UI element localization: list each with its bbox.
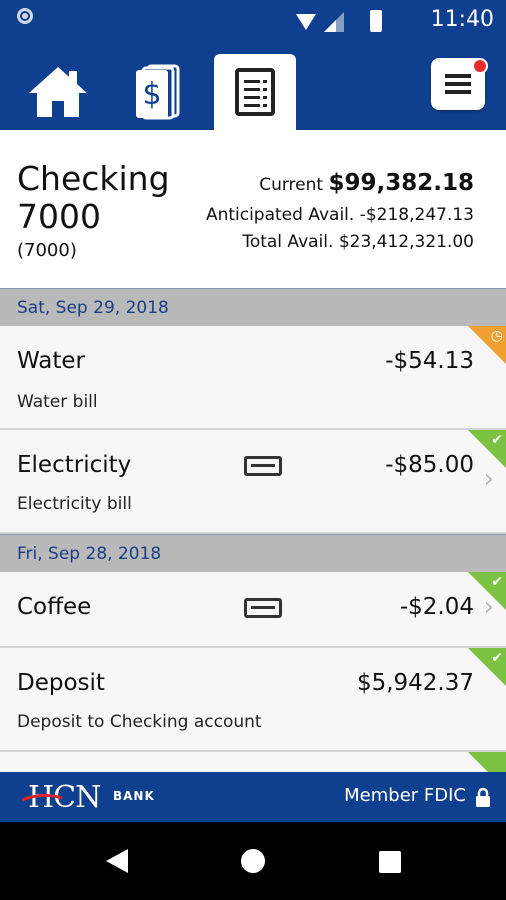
checkmark-icon: ✔ (491, 650, 503, 666)
account-summary: Checking 7000 (7000) Current $99,382.18 … (0, 130, 506, 288)
check-image-icon[interactable] (244, 598, 282, 618)
clock-icon: ◷ (490, 328, 503, 344)
transaction-row[interactable]: ✔ Deposit Deposit to Checking account $5… (0, 648, 506, 752)
chevron-right-icon: › (483, 592, 494, 622)
transaction-description: Water bill (17, 392, 98, 412)
transaction-name: Water (17, 348, 85, 374)
transaction-row[interactable]: ✔ Electricity Electricity bill -$85.00 › (0, 430, 506, 534)
transaction-amount: -$85.00 (385, 452, 474, 478)
current-balance: Current $99,382.18 (259, 170, 474, 196)
recents-icon[interactable] (378, 850, 402, 874)
back-icon[interactable] (104, 848, 130, 874)
tab-transactions[interactable] (214, 54, 296, 130)
transaction-row[interactable]: ✔ Coffee -$2.04 › (0, 572, 506, 648)
transaction-amount: -$54.13 (385, 348, 474, 374)
status-bar: 11:40 (0, 0, 506, 40)
svg-text:$: $ (142, 77, 161, 112)
hamburger-icon (445, 74, 471, 94)
account-number: (7000) (17, 240, 77, 261)
transaction-description: Electricity bill (17, 494, 132, 514)
anticipated-balance: Anticipated Avail. -$218,247.13 (205, 205, 474, 225)
checkmark-icon: ✔ (491, 432, 503, 448)
transaction-row[interactable]: ◷ Water Water bill -$54.13 (0, 326, 506, 430)
home-circle-icon[interactable] (240, 848, 266, 874)
document-icon (235, 68, 275, 116)
footer: HCN BANK Member FDIC (0, 772, 506, 822)
check-image-icon[interactable] (244, 456, 282, 476)
transaction-name: Deposit (17, 670, 105, 696)
lock-icon (476, 787, 490, 807)
total-balance: Total Avail. $23,412,321.00 (242, 232, 474, 252)
logo-swoosh (22, 794, 62, 802)
date-header: Fri, Sep 28, 2018 (0, 534, 506, 572)
home-icon (29, 67, 87, 117)
notification-badge (472, 58, 488, 74)
transaction-name: Electricity (17, 452, 132, 478)
member-fdic: Member FDIC (344, 785, 466, 806)
tab-home[interactable] (20, 54, 96, 130)
date-header: Sat, Sep 29, 2018 (0, 288, 506, 326)
transaction-amount: $5,942.37 (356, 670, 474, 696)
transaction-row[interactable] (0, 752, 506, 772)
signal-icons (296, 10, 382, 32)
notification-icon (17, 8, 33, 24)
dollar-cards-icon: $ (136, 64, 180, 120)
clock: 11:40 (430, 7, 494, 32)
account-name: Checking 7000 (17, 159, 170, 236)
transaction-description: Deposit to Checking account (17, 712, 262, 732)
cleared-corner (468, 752, 506, 772)
tab-transfers[interactable]: $ (126, 54, 190, 130)
chevron-right-icon: › (483, 464, 494, 494)
bank-logo-sub: BANK (113, 789, 155, 803)
transaction-amount: -$2.04 (399, 594, 474, 620)
transaction-name: Coffee (17, 594, 92, 620)
system-nav-bar (0, 822, 506, 900)
checkmark-icon: ✔ (491, 574, 503, 590)
